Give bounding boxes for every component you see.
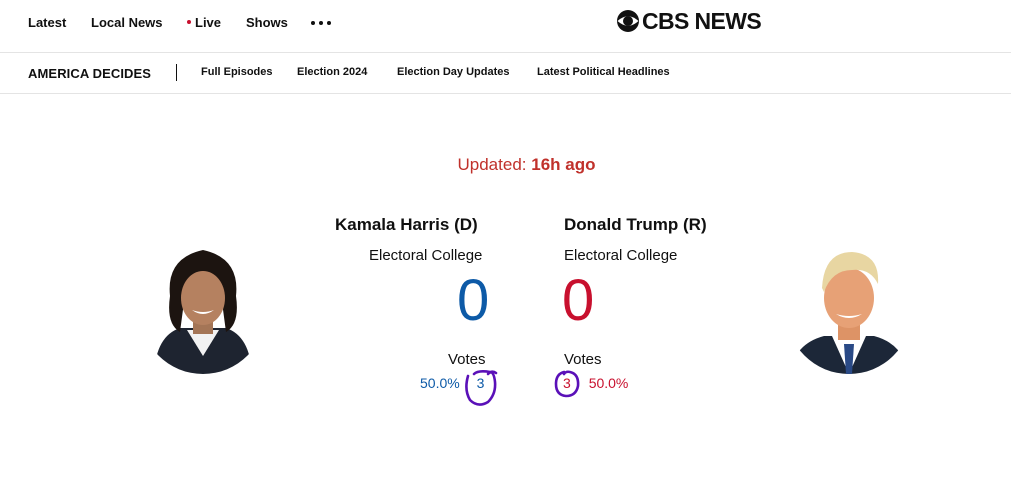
top-nav: Latest Local News Live Shows CBS NEWS [0,0,1011,53]
trump-name: Donald Trump (R) [564,215,707,234]
live-dot-icon [187,19,191,24]
cbs-news-logo[interactable]: CBS NEWS [616,8,762,34]
harris-vote-pct: 50.0% [420,375,460,391]
logo-text: CBS NEWS [642,8,762,34]
divider [176,64,177,81]
trump-photo [786,240,912,374]
cbs-eye-icon [617,10,639,32]
more-icon[interactable] [311,21,331,27]
updated-status: Updated: 16h ago [0,155,1011,175]
harris-ec-count: 0 [457,268,490,333]
harris-ec-label: Electoral College [369,247,483,264]
trump-ec-count: 0 [562,268,595,333]
nav-shows[interactable]: Shows [246,15,288,30]
updated-value: 16h ago [531,155,596,174]
trump-vote-pct: 50.0% [588,375,629,391]
subnav-election-day-updates[interactable]: Election Day Updates [397,66,509,78]
subnav-latest-political-headlines[interactable]: Latest Political Headlines [537,66,670,78]
trump-vote-annotation-circle [554,370,580,398]
updated-label: Updated: [457,155,527,174]
nav-live[interactable]: Live [187,15,221,30]
subnav-election-2024[interactable]: Election 2024 [297,66,367,78]
sub-nav: AMERICA DECIDES Full Episodes Election 2… [0,53,1011,94]
nav-latest[interactable]: Latest [28,15,66,30]
trump-ec-label: Electoral College [564,247,678,264]
america-decides-link[interactable]: AMERICA DECIDES [28,66,151,81]
nav-local-news[interactable]: Local News [91,15,163,30]
harris-photo [140,240,266,374]
trump-votes-label: Votes [564,351,602,368]
harris-vote-annotation-circle [465,370,498,406]
nav-live-label: Live [195,15,222,30]
harris-name: Kamala Harris (D) [335,215,478,234]
subnav-full-episodes[interactable]: Full Episodes [201,66,273,78]
